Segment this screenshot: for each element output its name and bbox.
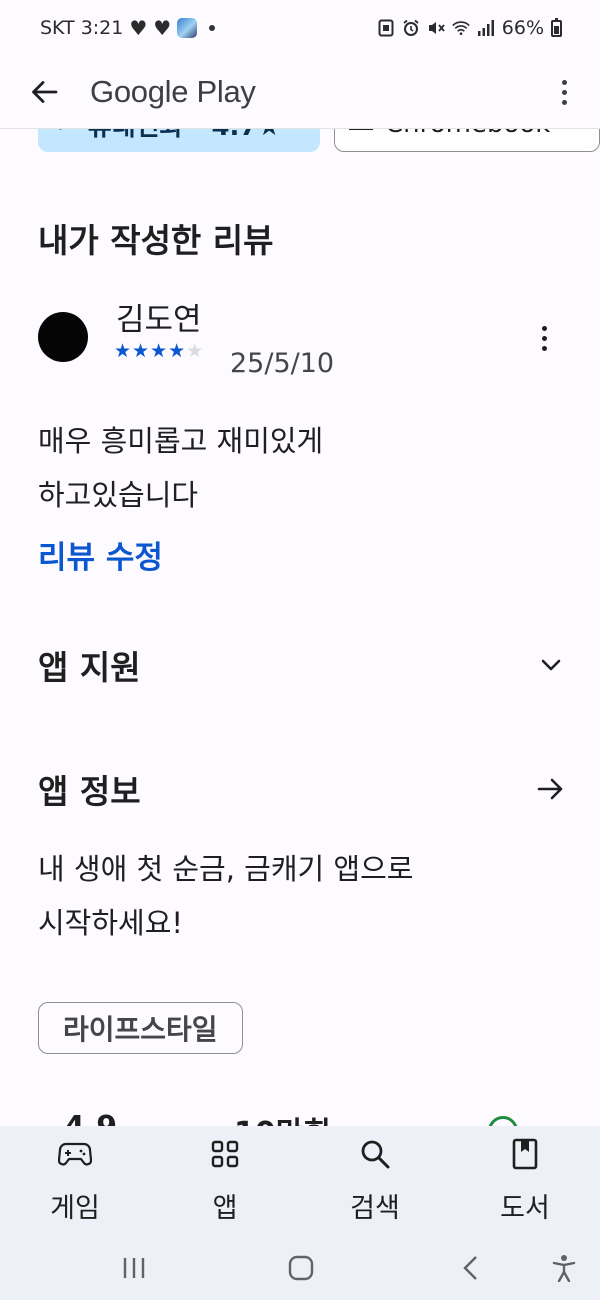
- star-filled-icon: ★: [114, 340, 132, 362]
- app-support-row[interactable]: 앱 지원: [38, 640, 566, 690]
- review-text-line: 하고있습니다: [38, 478, 199, 512]
- apps-grid-icon: [205, 1134, 245, 1174]
- nav-item-apps[interactable]: 앱: [150, 1126, 300, 1236]
- my-review-heading: 내가 작성한 리뷰: [38, 221, 274, 260]
- search-icon: [355, 1134, 395, 1174]
- star-filled-icon: ★: [168, 340, 186, 362]
- app-description: 내 생애 첫 순금, 금캐기 앱으로 시작하세요!: [38, 842, 558, 950]
- reviewer-name: 김도연: [116, 302, 202, 338]
- accessibility-icon[interactable]: [546, 1250, 582, 1286]
- battery-percent: 66%: [501, 17, 544, 39]
- page-title: Google Play: [90, 74, 256, 109]
- book-icon: [505, 1134, 545, 1174]
- mute-icon: [427, 19, 445, 37]
- system-nav-bar: [0, 1236, 600, 1300]
- star-rating: ★ ★ ★ ★ ★: [114, 342, 203, 361]
- system-back-icon[interactable]: [452, 1250, 488, 1286]
- star-filled-icon: ★: [132, 340, 150, 362]
- back-arrow-icon[interactable]: [28, 76, 60, 108]
- gamepad-icon: [55, 1134, 95, 1174]
- battery-icon: [551, 17, 562, 37]
- more-notifications-dot: [209, 25, 216, 31]
- bottom-nav: 게임 앱 검색 도서: [0, 1126, 600, 1236]
- nav-label: 도서: [500, 1193, 550, 1224]
- status-bar: SKT 3:21 ♥ ♥ 66%: [0, 0, 600, 56]
- recent-apps-icon[interactable]: [116, 1250, 152, 1286]
- carrier-time: SKT 3:21: [40, 17, 124, 39]
- arrow-right-icon: [536, 774, 566, 804]
- review-text: 매우 흥미롭고 재미있게 하고있습니다: [38, 414, 558, 522]
- app-support-title: 앱 지원: [38, 648, 141, 687]
- nav-label: 앱: [212, 1193, 238, 1224]
- edit-review-link[interactable]: 리뷰 수정: [38, 532, 163, 577]
- review-more-vert-icon[interactable]: [536, 322, 552, 354]
- star-filled-icon: ★: [150, 340, 168, 362]
- app-bar-divider: [0, 128, 600, 129]
- nfc-icon: [377, 19, 395, 37]
- app-info-title: 앱 정보: [38, 772, 141, 811]
- review-date: 25/5/10: [230, 348, 335, 379]
- star-empty-icon: ★: [186, 340, 204, 362]
- notification-app-icon: [177, 18, 198, 38]
- nav-label: 검색: [350, 1193, 400, 1224]
- chevron-down-icon: [536, 650, 566, 680]
- heart-icon: ♥: [153, 16, 172, 40]
- avatar: [38, 312, 88, 362]
- wifi-icon: [451, 19, 470, 37]
- my-review-card: 김도연 ★ ★ ★ ★ ★ 25/5/10: [38, 292, 568, 392]
- nav-item-books[interactable]: 도서: [450, 1126, 600, 1236]
- nav-item-games[interactable]: 게임: [0, 1126, 150, 1236]
- category-chip[interactable]: 라이프스타일: [38, 1002, 243, 1054]
- home-icon[interactable]: [283, 1250, 319, 1286]
- signal-icon: [477, 19, 495, 37]
- review-text-line: 매우 흥미롭고 재미있게: [38, 424, 324, 458]
- nav-item-search[interactable]: 검색: [300, 1126, 450, 1236]
- heart-icon: ♥: [129, 16, 148, 40]
- alarm-icon: [402, 19, 420, 37]
- app-bar: Google Play: [0, 56, 600, 128]
- app-info-row[interactable]: 앱 정보: [38, 764, 566, 814]
- status-left: SKT 3:21 ♥ ♥: [40, 16, 216, 40]
- app-description-line: 내 생애 첫 순금, 금캐기 앱으로: [38, 852, 414, 886]
- app-description-line: 시작하세요!: [38, 906, 184, 940]
- nav-label: 게임: [50, 1193, 100, 1224]
- status-right: 66%: [377, 17, 562, 39]
- more-vert-icon[interactable]: [552, 72, 576, 112]
